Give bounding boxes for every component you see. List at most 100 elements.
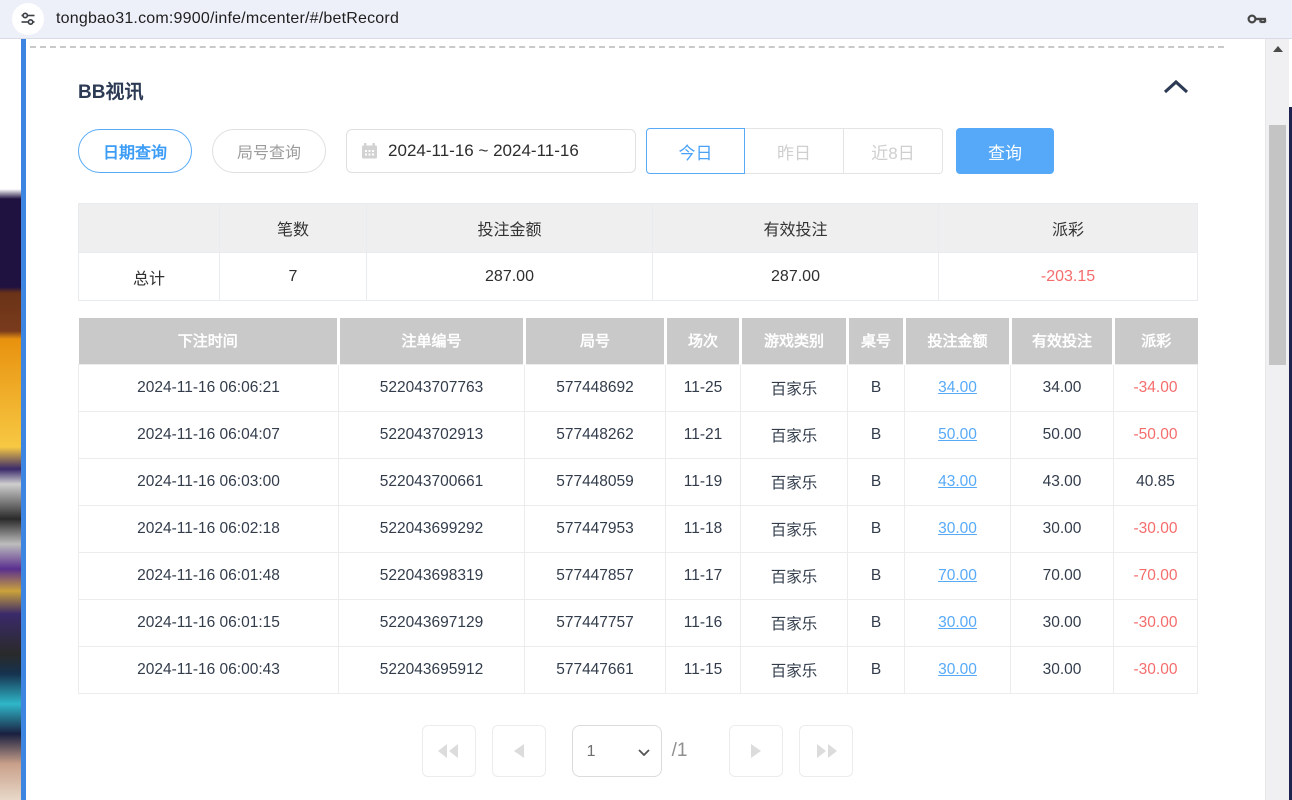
bet-amount-link[interactable]: 50.00 <box>938 426 977 443</box>
page-select-dropdown[interactable]: 1 <box>573 726 661 776</box>
cell-round: 577448262 <box>525 411 666 458</box>
cell-game: 百家乐 <box>741 646 848 693</box>
cell-session: 11-16 <box>666 599 741 646</box>
cell-time: 2024-11-16 06:02:18 <box>79 505 339 552</box>
cell-round: 577447757 <box>525 599 666 646</box>
cell-bet: 43.00 <box>905 458 1011 505</box>
url-text[interactable]: tongbao31.com:9900/infe/mcenter/#/betRec… <box>56 10 399 28</box>
cell-game: 百家乐 <box>741 364 848 411</box>
cell-session: 11-17 <box>666 552 741 599</box>
password-key-icon[interactable] <box>1246 8 1270 35</box>
round-query-tab[interactable]: 局号查询 <box>212 129 326 173</box>
yesterday-button[interactable]: 昨日 <box>745 128 844 174</box>
cell-round: 577447661 <box>525 646 666 693</box>
browser-scrollbar[interactable] <box>1266 39 1289 800</box>
cell-payout: -50.00 <box>1114 411 1198 458</box>
cell-order: 522043699292 <box>339 505 525 552</box>
date-range-value: 2024-11-16 ~ 2024-11-16 <box>388 141 579 161</box>
summary-header-bet: 投注金额 <box>367 204 653 253</box>
cell-valid: 43.00 <box>1011 458 1114 505</box>
cell-order: 522043697129 <box>339 599 525 646</box>
cell-session: 11-15 <box>666 646 741 693</box>
cell-bet: 50.00 <box>905 411 1011 458</box>
cell-payout: -34.00 <box>1114 364 1198 411</box>
cell-valid: 70.00 <box>1011 552 1114 599</box>
cell-valid: 50.00 <box>1011 411 1114 458</box>
header-payout: 派彩 <box>1114 318 1198 364</box>
header-bet-amount: 投注金额 <box>905 318 1011 364</box>
cell-table_no: B <box>848 599 905 646</box>
summary-total-row: 总计 7 287.00 287.00 -203.15 <box>79 253 1198 301</box>
tune-icon <box>20 11 36 27</box>
collapse-chevron-icon[interactable] <box>1162 79 1190 100</box>
records-table: 下注时间 注单编号 局号 场次 游戏类别 桌号 投注金额 有效投注 派彩 202… <box>78 318 1198 694</box>
scrollbar-thumb[interactable] <box>1269 125 1286 365</box>
cell-time: 2024-11-16 06:01:48 <box>79 552 339 599</box>
cell-bet: 30.00 <box>905 505 1011 552</box>
summary-header-row: 笔数 投注金额 有效投注 派彩 <box>79 204 1198 253</box>
cell-time: 2024-11-16 06:03:00 <box>79 458 339 505</box>
left-arrow-icon <box>514 744 524 758</box>
summary-total-label: 总计 <box>79 253 220 301</box>
search-button[interactable]: 查询 <box>956 128 1054 174</box>
cell-time: 2024-11-16 06:01:15 <box>79 599 339 646</box>
table-row: 2024-11-16 06:01:15522043697129577447757… <box>79 599 1198 646</box>
bet-amount-link[interactable]: 30.00 <box>938 661 977 678</box>
right-arrow-icon <box>751 744 761 758</box>
date-query-tab[interactable]: 日期查询 <box>78 129 192 173</box>
next-page-button[interactable] <box>729 725 783 777</box>
cell-order: 522043695912 <box>339 646 525 693</box>
cell-bet: 70.00 <box>905 552 1011 599</box>
pagination: 1 /1 <box>78 725 1197 777</box>
bet-amount-link[interactable]: 34.00 <box>938 379 977 396</box>
table-row: 2024-11-16 06:03:00522043700661577448059… <box>79 458 1198 505</box>
today-button[interactable]: 今日 <box>646 128 745 174</box>
cell-time: 2024-11-16 06:04:07 <box>79 411 339 458</box>
bet-amount-link[interactable]: 30.00 <box>938 614 977 631</box>
summary-valid-value: 287.00 <box>653 253 939 301</box>
summary-header-count: 笔数 <box>220 204 367 253</box>
bet-amount-link[interactable]: 30.00 <box>938 520 977 537</box>
summary-header-payout: 派彩 <box>939 204 1198 253</box>
table-row: 2024-11-16 06:06:21522043707763577448692… <box>79 364 1198 411</box>
cell-valid: 30.00 <box>1011 505 1114 552</box>
cell-payout: -70.00 <box>1114 552 1198 599</box>
cell-table_no: B <box>848 411 905 458</box>
cell-table_no: B <box>848 458 905 505</box>
records-body: 2024-11-16 06:06:21522043707763577448692… <box>79 364 1198 693</box>
cell-valid: 30.00 <box>1011 599 1114 646</box>
prev-page-button[interactable] <box>492 725 546 777</box>
cell-time: 2024-11-16 06:00:43 <box>79 646 339 693</box>
browser-address-bar[interactable]: tongbao31.com:9900/infe/mcenter/#/betRec… <box>0 0 1292 39</box>
cell-bet: 30.00 <box>905 599 1011 646</box>
cell-round: 577448692 <box>525 364 666 411</box>
cell-table_no: B <box>848 364 905 411</box>
double-left-arrow-icon <box>438 744 459 758</box>
cell-bet: 30.00 <box>905 646 1011 693</box>
page-select[interactable]: 1 <box>572 725 662 777</box>
summary-header-blank <box>79 204 220 253</box>
first-page-button[interactable] <box>422 725 476 777</box>
cell-table_no: B <box>848 646 905 693</box>
header-table-no: 桌号 <box>848 318 905 364</box>
scrollbar-up-button[interactable] <box>1266 41 1289 56</box>
cell-game: 百家乐 <box>741 458 848 505</box>
bet-record-panel: BB视讯 日期查询 局号查询 2024-11-16 ~ 2024-11-16 今… <box>26 39 1266 800</box>
bet-amount-link[interactable]: 43.00 <box>938 473 977 490</box>
last-page-button[interactable] <box>799 725 853 777</box>
cell-valid: 30.00 <box>1011 646 1114 693</box>
cell-order: 522043698319 <box>339 552 525 599</box>
header-order-no: 注单编号 <box>339 318 525 364</box>
bet-amount-link[interactable]: 70.00 <box>938 567 977 584</box>
last8days-button[interactable]: 近8日 <box>844 128 943 174</box>
cell-session: 11-25 <box>666 364 741 411</box>
site-settings-icon[interactable] <box>12 3 44 35</box>
summary-payout-value: -203.15 <box>939 253 1198 301</box>
cell-table_no: B <box>848 552 905 599</box>
header-round-no: 局号 <box>525 318 666 364</box>
cell-game: 百家乐 <box>741 599 848 646</box>
cell-game: 百家乐 <box>741 505 848 552</box>
header-session: 场次 <box>666 318 741 364</box>
cell-time: 2024-11-16 06:06:21 <box>79 364 339 411</box>
date-range-input[interactable]: 2024-11-16 ~ 2024-11-16 <box>346 129 636 173</box>
